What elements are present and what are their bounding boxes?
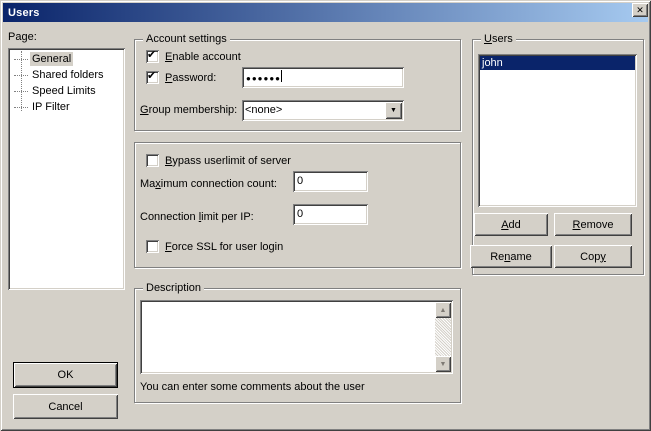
window-title: Users	[8, 7, 40, 19]
titlebar[interactable]: Users	[3, 3, 648, 22]
force-ssl-label: Force SSL for user login	[165, 241, 283, 253]
enable-account-label: Enable account	[165, 51, 241, 63]
cancel-button[interactable]: Cancel	[13, 394, 118, 419]
page-tree[interactable]: General Shared folders Speed Limits IP F…	[8, 48, 125, 290]
ip-limit-label: Connection limit per IP:	[140, 211, 254, 223]
tree-item-label: Speed Limits	[30, 84, 98, 98]
rename-button[interactable]: Rename	[470, 245, 552, 268]
password-input[interactable]: ●●●●●●	[242, 67, 404, 88]
description-textarea[interactable]: ▲ ▼	[140, 300, 453, 374]
checkbox-checked-icon[interactable]: ✔	[146, 50, 159, 63]
tree-item-shared-folders[interactable]: Shared folders	[14, 67, 106, 83]
bypass-userlimit-checkbox[interactable]: Bypass userlimit of server	[146, 154, 291, 167]
force-ssl-checkbox[interactable]: Force SSL for user login	[146, 240, 283, 253]
description-title: Description	[143, 282, 204, 294]
password-checkbox[interactable]: ✔ Password:	[146, 71, 216, 84]
ok-button[interactable]: OK	[13, 362, 118, 388]
checkbox-unchecked-icon[interactable]	[146, 154, 159, 167]
checkbox-checked-icon[interactable]: ✔	[146, 71, 159, 84]
group-membership-label: Group membership:	[140, 104, 237, 116]
bypass-userlimit-label: Bypass userlimit of server	[165, 155, 291, 167]
description-hint: You can enter some comments about the us…	[140, 381, 365, 393]
checkbox-unchecked-icon[interactable]	[146, 240, 159, 253]
group-membership-select[interactable]: <none> ▼	[242, 100, 404, 121]
chevron-down-icon: ▼	[390, 107, 397, 114]
remove-button[interactable]: Remove	[554, 213, 632, 236]
arrow-down-icon: ▼	[440, 361, 447, 368]
tree-item-speed-limits[interactable]: Speed Limits	[14, 83, 98, 99]
tree-item-label: General	[30, 52, 73, 66]
close-icon: ✕	[636, 5, 644, 16]
tree-item-ip-filter[interactable]: IP Filter	[14, 99, 72, 115]
scroll-up-button[interactable]: ▲	[435, 302, 451, 318]
account-settings-title: Account settings	[143, 33, 230, 45]
page-label: Page:	[8, 31, 37, 43]
scroll-down-button[interactable]: ▼	[435, 356, 451, 372]
tree-item-general[interactable]: General	[14, 51, 73, 67]
users-dialog: Users ✕ Page: General Shared folders Spe…	[0, 0, 651, 431]
tree-item-label: Shared folders	[30, 68, 106, 82]
ip-limit-input[interactable]: 0	[293, 204, 368, 225]
tree-item-label: IP Filter	[30, 100, 72, 114]
copy-button[interactable]: Copy	[554, 245, 632, 268]
arrow-up-icon: ▲	[440, 307, 447, 314]
dropdown-button[interactable]: ▼	[385, 102, 402, 119]
password-label: Password:	[165, 72, 216, 84]
users-group-title: Users	[481, 33, 516, 45]
user-list-item[interactable]: john	[480, 56, 635, 70]
enable-account-checkbox[interactable]: ✔ Enable account	[146, 50, 241, 63]
max-connections-input[interactable]: 0	[293, 171, 368, 192]
close-button[interactable]: ✕	[632, 3, 648, 17]
vertical-scrollbar[interactable]: ▲ ▼	[435, 302, 451, 372]
text-caret	[281, 70, 282, 82]
max-connections-label: Maximum connection count:	[140, 178, 277, 190]
add-button[interactable]: Add	[474, 213, 548, 236]
users-listbox[interactable]: john	[478, 54, 637, 207]
